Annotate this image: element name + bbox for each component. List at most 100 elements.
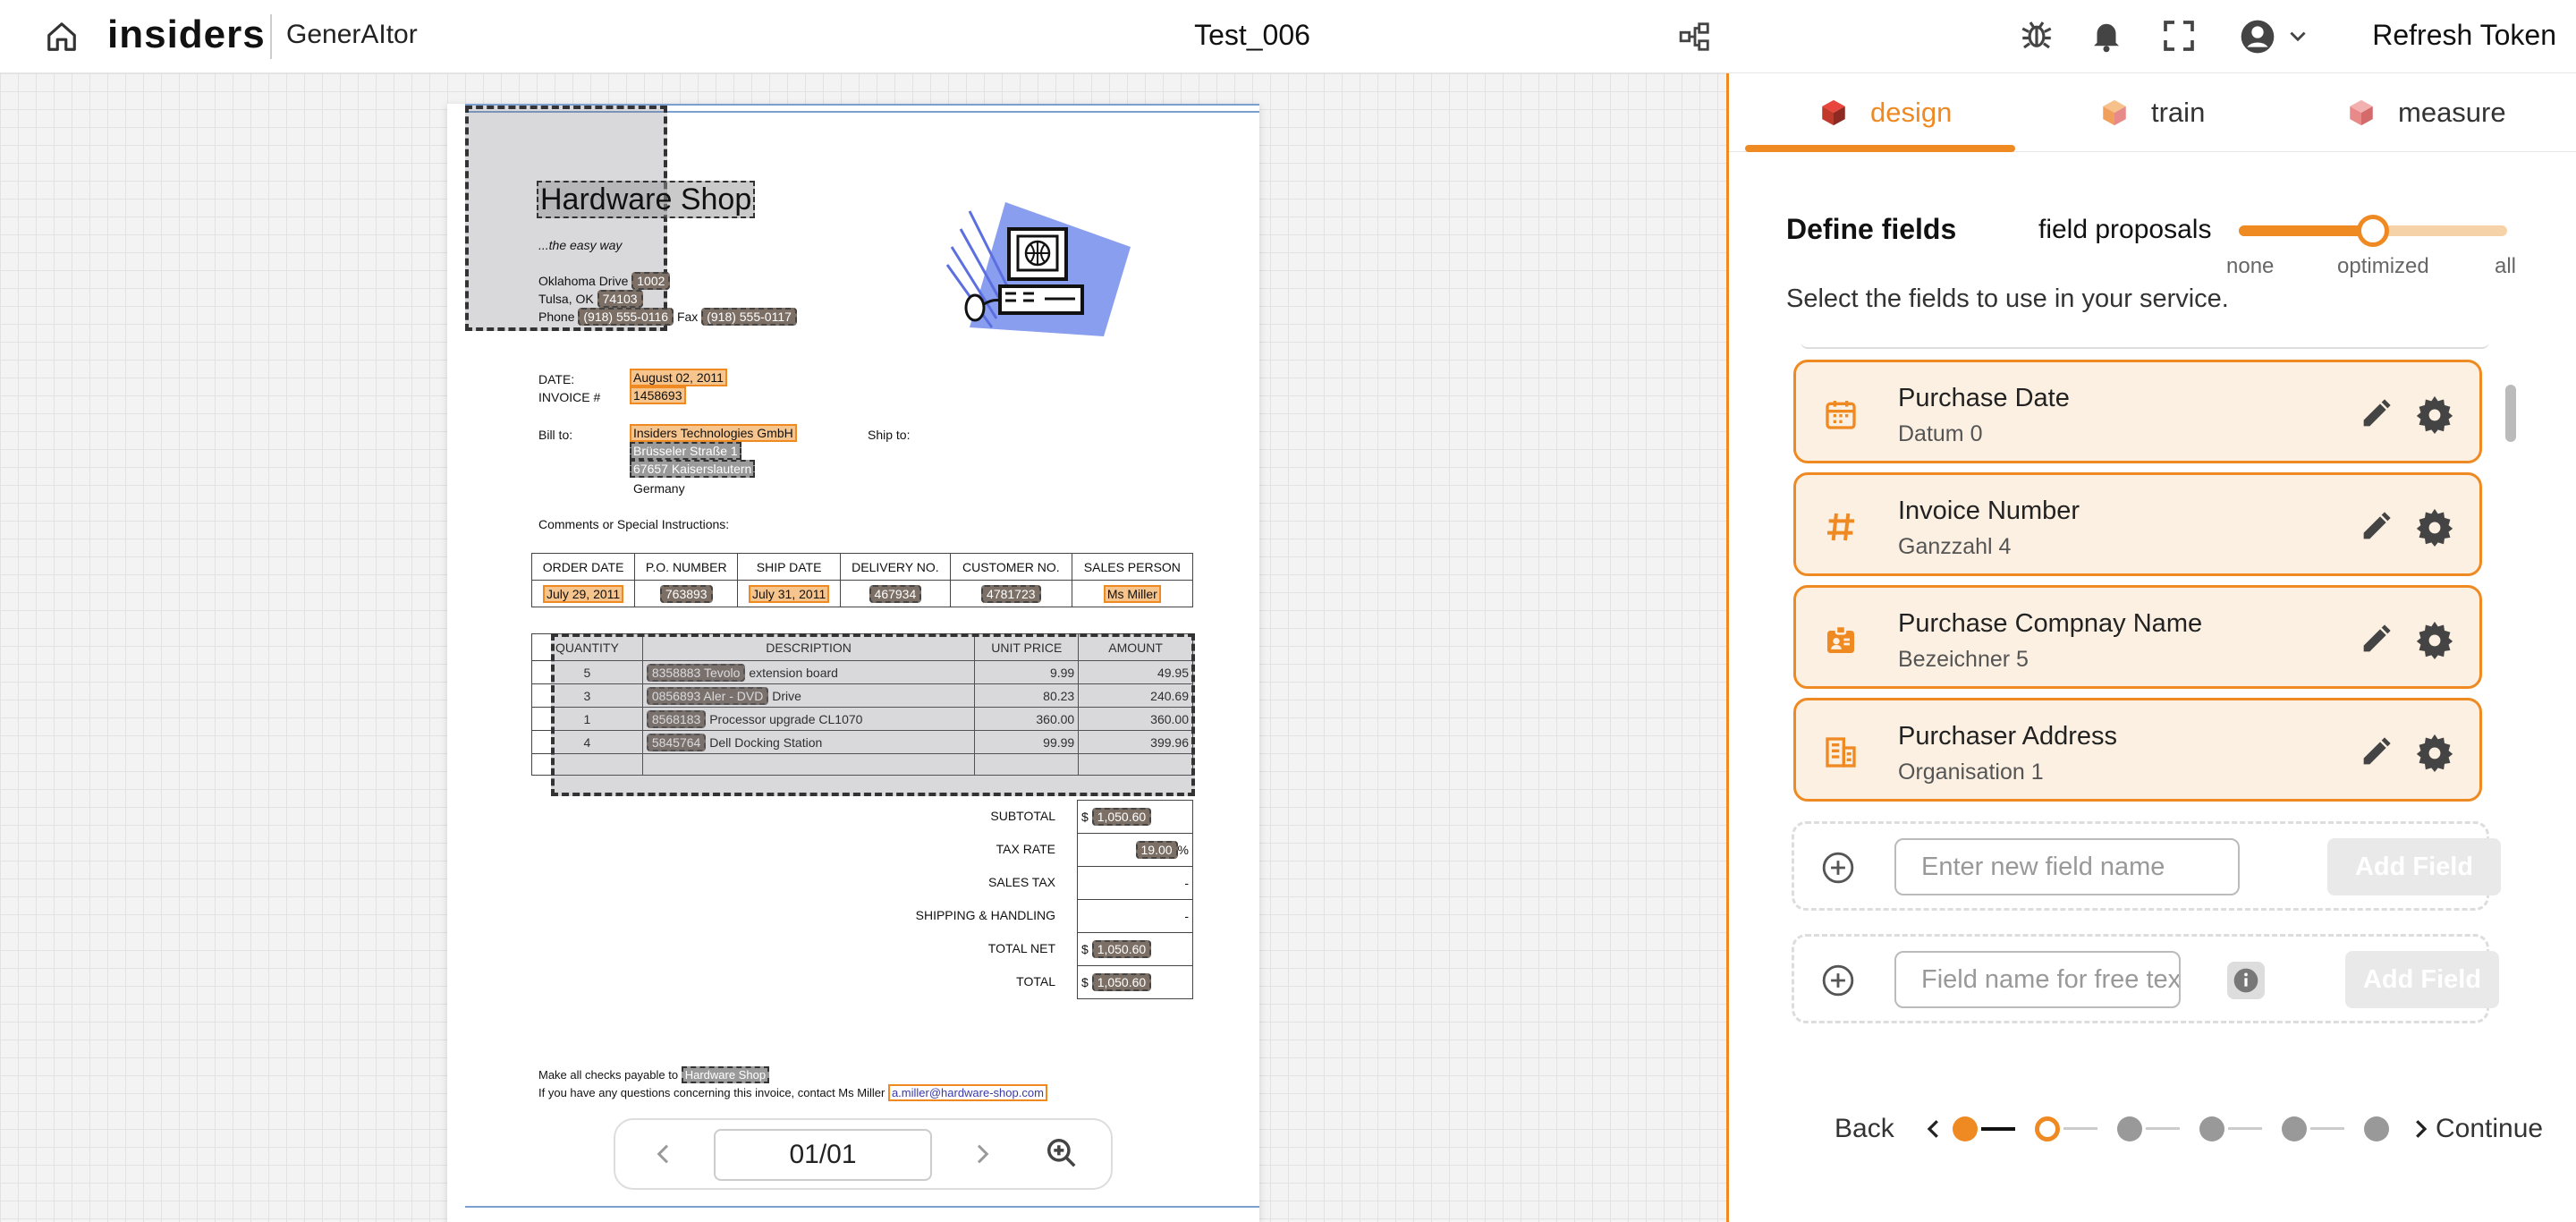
order-value-cell[interactable]: 4781723 bbox=[949, 580, 1072, 607]
step-1[interactable] bbox=[1953, 1116, 1978, 1141]
gear-icon[interactable] bbox=[2415, 620, 2454, 659]
pencil-icon[interactable] bbox=[2358, 622, 2394, 658]
field-card-purchase-date[interactable]: Purchase Date Datum 0 bbox=[1793, 360, 2482, 463]
bill-to-street-text[interactable]: Brüsseler Straße 1 bbox=[630, 442, 741, 460]
continue-button[interactable]: Continue bbox=[2436, 1102, 2543, 1156]
field-card-invoice-number[interactable]: Invoice Number Ganzzahl 4 bbox=[1793, 472, 2482, 576]
order-value-cell[interactable]: 763893 bbox=[634, 580, 739, 607]
order-value-cell[interactable]: Ms Miller bbox=[1071, 580, 1194, 607]
account-menu[interactable] bbox=[2240, 16, 2315, 57]
total-row[interactable]: $ 1,050.60 bbox=[1077, 965, 1193, 999]
total-value-cell[interactable]: $ 1,050.60 bbox=[1077, 965, 1193, 999]
shop-name[interactable]: Hardware Shop bbox=[537, 181, 756, 218]
tab-design[interactable]: design bbox=[1818, 73, 1952, 152]
gear-icon[interactable] bbox=[2415, 507, 2454, 547]
bill-to-city[interactable]: 67657 Kaiserslautern bbox=[630, 460, 756, 478]
page-number-input[interactable] bbox=[714, 1129, 932, 1181]
order-value-cell[interactable]: 467934 bbox=[839, 580, 951, 607]
po-number-value[interactable]: 763893 bbox=[659, 584, 713, 603]
tab-measure[interactable]: measure bbox=[2346, 73, 2506, 152]
page-navigator bbox=[614, 1118, 1113, 1190]
tax-rate-value-cell[interactable]: 19.00% bbox=[1077, 833, 1193, 867]
address-number[interactable]: 1002 bbox=[631, 272, 671, 290]
new-field-name-input[interactable] bbox=[1894, 838, 2240, 895]
refresh-token-button[interactable]: Refresh Token bbox=[2368, 19, 2556, 52]
zoom-in-icon[interactable] bbox=[1045, 1136, 1079, 1170]
bill-to-city-text[interactable]: 67657 Kaiserslautern bbox=[630, 460, 756, 478]
tree-icon[interactable] bbox=[1678, 20, 1712, 54]
field-card-purchaser-address[interactable]: Purchaser Address Organisation 1 bbox=[1793, 698, 2482, 802]
pencil-icon[interactable] bbox=[2358, 509, 2394, 545]
pencil-icon[interactable] bbox=[2358, 734, 2394, 770]
tab-train[interactable]: train bbox=[2099, 73, 2205, 152]
subtotal-value[interactable]: 1,050.60 bbox=[1091, 808, 1152, 826]
field-list-scrollbar[interactable] bbox=[2505, 385, 2516, 442]
invoice-value-text[interactable]: 1458693 bbox=[630, 386, 686, 404]
total-net-value[interactable]: 1,050.60 bbox=[1091, 940, 1152, 958]
total-net-value-cell[interactable]: $ 1,050.60 bbox=[1077, 932, 1193, 966]
field-card-purchase-company-name[interactable]: Purchase Compnay Name Bezeichner 5 bbox=[1793, 585, 2482, 689]
total-value[interactable]: 1,050.60 bbox=[1091, 973, 1152, 991]
field-proposals-slider[interactable] bbox=[2239, 215, 2507, 247]
fullscreen-icon[interactable] bbox=[2161, 18, 2197, 54]
date-value[interactable]: August 02, 2011 bbox=[630, 369, 727, 386]
delivery-no-value[interactable]: 467934 bbox=[869, 584, 922, 603]
shipping-value[interactable]: - bbox=[1077, 899, 1193, 933]
step-2[interactable] bbox=[2035, 1116, 2060, 1141]
invoice-page[interactable]: Hardware Shop ...the easy way Oklahoma D… bbox=[447, 104, 1259, 1222]
comments-label: Comments or Special Instructions: bbox=[538, 517, 730, 531]
add-field-button[interactable]: Add Field bbox=[2327, 838, 2501, 895]
chevron-left-icon[interactable] bbox=[649, 1140, 678, 1168]
free-text-field-input[interactable] bbox=[1894, 951, 2181, 1008]
customer-no-value[interactable]: 4781723 bbox=[981, 584, 1041, 603]
info-icon[interactable] bbox=[2227, 962, 2265, 999]
selection-box-items[interactable] bbox=[551, 633, 1195, 796]
home-icon[interactable] bbox=[45, 20, 79, 54]
date-value-text[interactable]: August 02, 2011 bbox=[630, 369, 727, 386]
subtotal-row[interactable]: $ 1,050.60 bbox=[1077, 800, 1193, 834]
back-button[interactable]: Back bbox=[1835, 1102, 1894, 1156]
step-4[interactable] bbox=[2199, 1116, 2224, 1141]
gear-icon[interactable] bbox=[2415, 733, 2454, 772]
tagline: ...the easy way bbox=[538, 238, 623, 252]
field-list[interactable]: Purchase Date Datum 0 Invoice Number Gan… bbox=[1792, 342, 2489, 884]
phone-value[interactable]: (918) 555-0116 bbox=[578, 308, 674, 326]
subtotal-value-cell[interactable]: $ 1,050.60 bbox=[1077, 800, 1193, 834]
step-3[interactable] bbox=[2117, 1116, 2142, 1141]
sales-tax-row[interactable]: - bbox=[1077, 866, 1193, 900]
step-6[interactable] bbox=[2364, 1116, 2389, 1141]
shipping-row[interactable]: - bbox=[1077, 899, 1193, 933]
address-zip[interactable]: 74103 bbox=[597, 290, 643, 308]
bill-to-company-text[interactable]: Insiders Technologies GmbH bbox=[630, 424, 797, 442]
sales-tax-value[interactable]: - bbox=[1077, 866, 1193, 900]
ship-date-value[interactable]: July 31, 2011 bbox=[748, 584, 830, 603]
step-5[interactable] bbox=[2282, 1116, 2307, 1141]
shop-name-text[interactable]: Hardware Shop bbox=[537, 181, 756, 218]
step-connector bbox=[2063, 1127, 2097, 1130]
add-free-text-field-button[interactable]: Add Field bbox=[2345, 951, 2499, 1008]
fax-value[interactable]: (918) 555-0117 bbox=[701, 308, 797, 326]
chevron-right-icon[interactable] bbox=[968, 1140, 996, 1168]
invoice-value[interactable]: 1458693 bbox=[630, 386, 686, 404]
tax-rate-row[interactable]: 19.00% bbox=[1077, 833, 1193, 867]
document-canvas[interactable]: Hardware Shop ...the easy way Oklahoma D… bbox=[0, 73, 1726, 1222]
bill-to-street[interactable]: Brüsseler Straße 1 bbox=[630, 442, 741, 460]
checks-payee[interactable]: Hardware Shop bbox=[681, 1066, 770, 1083]
order-date-value[interactable]: July 29, 2011 bbox=[542, 584, 624, 603]
tax-rate-value[interactable]: 19.00 bbox=[1135, 841, 1178, 859]
sales-person-value[interactable]: Ms Miller bbox=[1103, 584, 1161, 603]
bell-icon[interactable] bbox=[2088, 16, 2125, 54]
cube-icon bbox=[2103, 99, 2126, 126]
gear-icon[interactable] bbox=[2415, 395, 2454, 434]
chevron-right-icon[interactable] bbox=[2407, 1115, 2434, 1143]
bill-to-company[interactable]: Insiders Technologies GmbH bbox=[630, 424, 797, 442]
slider-thumb[interactable] bbox=[2357, 215, 2389, 247]
bug-icon[interactable] bbox=[2018, 16, 2055, 54]
chevron-left-icon[interactable] bbox=[1920, 1115, 1947, 1143]
order-value-cell[interactable]: July 29, 2011 bbox=[530, 580, 636, 607]
contact-email[interactable]: a.miller@hardware-shop.com bbox=[887, 1084, 1047, 1101]
total-net-row[interactable]: $ 1,050.60 bbox=[1077, 932, 1193, 966]
calendar-icon bbox=[1826, 401, 1856, 429]
order-value-cell[interactable]: July 31, 2011 bbox=[737, 580, 841, 607]
pencil-icon[interactable] bbox=[2358, 396, 2394, 432]
